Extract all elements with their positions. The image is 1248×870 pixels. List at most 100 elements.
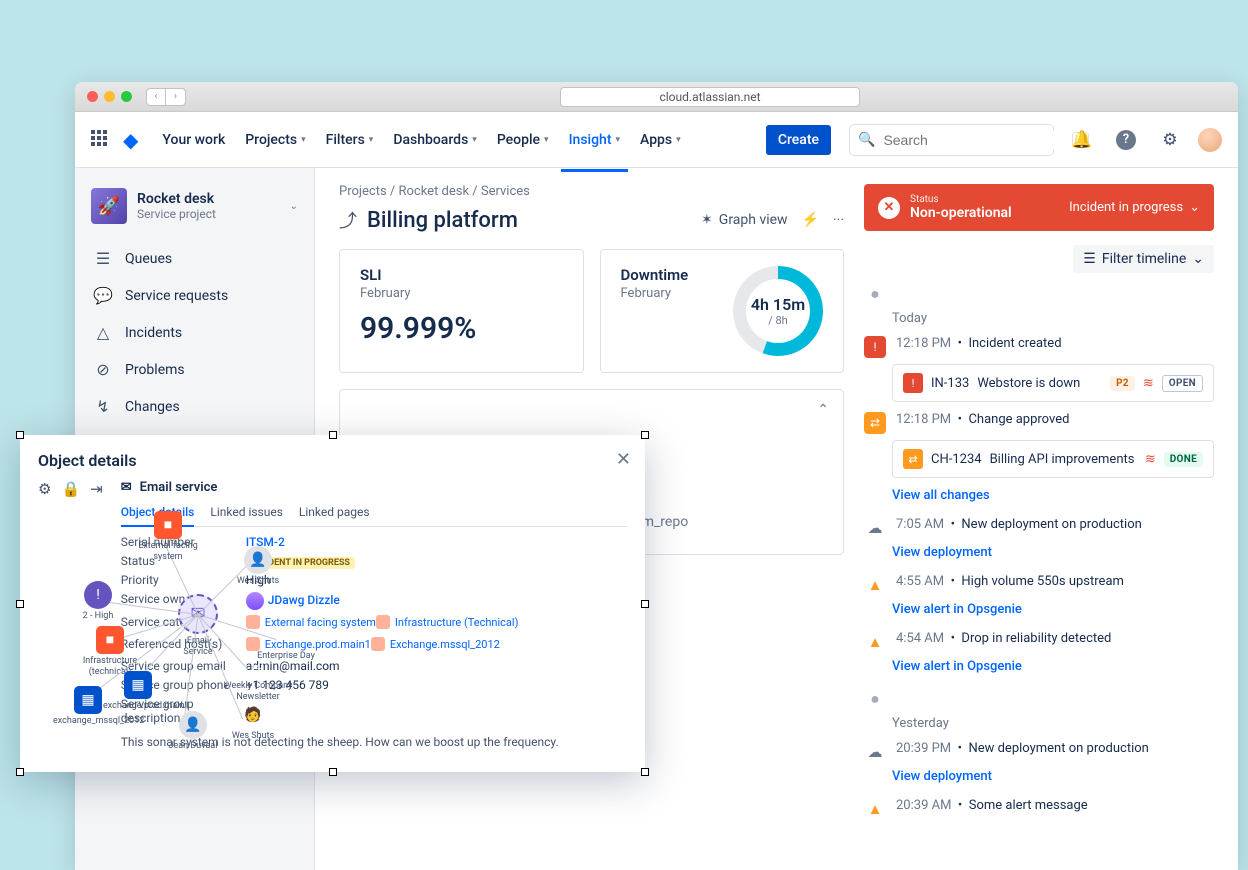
timeline-link[interactable]: View deployment: [892, 545, 992, 560]
downtime-card: Downtime February 4h 15m / 8h: [600, 249, 845, 373]
serial-number[interactable]: ITSM-2: [246, 535, 627, 549]
overlay-tab-linked-issues[interactable]: Linked issues: [210, 501, 283, 526]
resize-handle[interactable]: [641, 768, 649, 776]
object-graph[interactable]: ✉Email Service■External facing system👤We…: [38, 504, 103, 754]
sidebar-item-changes[interactable]: ↯Changes: [83, 388, 306, 425]
back-button[interactable]: ‹: [146, 88, 166, 106]
timeline-link[interactable]: View deployment: [892, 769, 992, 784]
maximize-dot[interactable]: [121, 91, 132, 102]
nav-item-insight[interactable]: Insight▾: [561, 126, 628, 154]
window-controls[interactable]: [87, 91, 132, 102]
overlay-tab-linked-pages[interactable]: Linked pages: [299, 501, 370, 526]
project-name: Rocket desk: [137, 191, 216, 207]
graph-node[interactable]: ■External facing system: [133, 511, 203, 563]
nav-item-your-work[interactable]: Your work: [154, 126, 233, 154]
sidebar-item-problems[interactable]: ⊘Problems: [83, 351, 306, 388]
close-dot[interactable]: [87, 91, 98, 102]
status-lozenge: DONE: [1164, 452, 1203, 467]
chevron-down-icon[interactable]: ⌄: [290, 201, 298, 212]
profile-avatar[interactable]: [1198, 128, 1222, 152]
notifications-icon[interactable]: 🔔: [1066, 124, 1098, 156]
nav-item-filters[interactable]: Filters▾: [318, 126, 382, 154]
tag-chip[interactable]: Exchange.mssql_2012: [371, 637, 500, 651]
project-header[interactable]: 🚀 Rocket desk Service project ⌄: [83, 184, 306, 240]
resize-handle[interactable]: [641, 600, 649, 608]
graph-node[interactable]: 👤Wes Shuts: [223, 546, 293, 587]
chevron-up-icon[interactable]: ⌃: [817, 402, 829, 418]
issue-key: IN-133: [931, 376, 969, 391]
downtime-sub: / 8h: [751, 314, 805, 327]
deploy-icon: ☁: [864, 741, 886, 763]
graph-node[interactable]: ■Infrastructure (technical): [75, 626, 145, 678]
share-icon[interactable]: ⤴: [339, 207, 357, 233]
settings-icon[interactable]: ⚙: [1154, 124, 1186, 156]
resize-handle[interactable]: [641, 431, 649, 439]
deploy-icon: ☁: [864, 517, 886, 539]
sidebar-item-service-requests[interactable]: 💬Service requests: [83, 277, 306, 314]
timeline-link[interactable]: View all changes: [892, 488, 990, 503]
chevron-down-icon: ▾: [616, 135, 621, 145]
forward-button[interactable]: ›: [166, 88, 186, 106]
status-banner[interactable]: ✕ Status Non-operational Incident in pro…: [864, 184, 1214, 231]
timeline-link[interactable]: View alert in Opsgenie: [892, 659, 1022, 674]
resize-handle[interactable]: [329, 431, 337, 439]
bolt-icon[interactable]: ⚡: [802, 212, 819, 228]
graph-node[interactable]: 🧑Wes Shuts: [218, 701, 288, 742]
app-switcher-icon[interactable]: [91, 130, 111, 150]
timeline-card[interactable]: ! IN-133 Webstore is down P2≋OPEN: [892, 364, 1214, 402]
minimize-dot[interactable]: [104, 91, 115, 102]
service-requests-icon: 💬: [93, 286, 113, 305]
nav-item-people[interactable]: People▾: [489, 126, 557, 154]
incident-icon: !: [864, 336, 886, 358]
incidents-icon: △: [93, 323, 113, 342]
status-action[interactable]: Incident in progress ⌄: [1069, 200, 1200, 215]
graph-node[interactable]: ▦exchange_mssql_2012: [53, 686, 123, 727]
sidebar-item-incidents[interactable]: △Incidents: [83, 314, 306, 351]
breadcrumb[interactable]: Projects / Rocket desk / Services: [339, 184, 844, 199]
status-error-icon: ✕: [878, 197, 900, 219]
resize-handle[interactable]: [16, 600, 24, 608]
swatch-icon: [371, 637, 385, 651]
tag-chip[interactable]: Infrastructure (Technical): [376, 615, 519, 629]
help-button[interactable]: ?: [1110, 124, 1142, 156]
sidebar-item-queues[interactable]: ☰Queues: [83, 240, 306, 277]
chevron-down-icon: ⌄: [1189, 200, 1200, 215]
graph-view-button[interactable]: ✶ Graph view: [701, 212, 788, 228]
search-input[interactable]: 🔍 /: [849, 124, 1054, 156]
chevron-down-icon: ▾: [544, 135, 549, 145]
resize-handle[interactable]: [16, 768, 24, 776]
settings-icon[interactable]: ⚙: [38, 480, 51, 498]
email-icon: ✉: [121, 480, 132, 495]
filter-timeline-button[interactable]: ☰ Filter timeline ⌄: [1073, 245, 1214, 273]
close-icon[interactable]: ✕: [616, 449, 631, 470]
nav-item-apps[interactable]: Apps▾: [632, 126, 689, 154]
timeline-link[interactable]: View alert in Opsgenie: [892, 602, 1022, 617]
nav-item-dashboards[interactable]: Dashboards▾: [385, 126, 484, 154]
timeline-group-label: Today: [892, 311, 1214, 326]
url-bar[interactable]: cloud.atlassian.net: [560, 87, 860, 107]
downtime-sublabel: February: [621, 286, 689, 301]
graph-node[interactable]: !2 - High: [63, 581, 133, 622]
jira-logo-icon[interactable]: ◆: [123, 128, 138, 152]
resize-handle[interactable]: [16, 431, 24, 439]
status-lozenge: OPEN: [1162, 375, 1203, 392]
search-field[interactable]: [881, 131, 1066, 149]
warn-icon: ▲: [864, 574, 886, 596]
graph-node[interactable]: ☑Weekly Company Newsletter: [223, 651, 293, 703]
service-owner[interactable]: JDawg Dizzle: [246, 592, 627, 610]
more-icon[interactable]: ···: [833, 212, 844, 228]
top-nav: ◆ Your workProjects▾Filters▾Dashboards▾P…: [75, 112, 1238, 168]
timeline-card[interactable]: ⇄ CH-1234 Billing API improvements ≋DONE: [892, 440, 1214, 478]
queues-icon: ☰: [93, 249, 113, 268]
chevron-down-icon: ▾: [676, 135, 681, 145]
status-label: Status: [910, 194, 1012, 205]
resize-handle[interactable]: [329, 768, 337, 776]
nav-item-projects[interactable]: Projects▾: [237, 126, 313, 154]
filter-icon: ☰: [1083, 251, 1096, 267]
lock-icon[interactable]: 🔒: [61, 480, 80, 498]
card-type-icon: !: [903, 373, 923, 393]
create-button[interactable]: Create: [766, 125, 831, 155]
timeline-row: ▲ 4:55 AM • High volume 550s upstream: [864, 574, 1214, 596]
service-phone: +1 123 456 789: [246, 678, 627, 692]
exit-icon[interactable]: ⇥: [90, 480, 103, 498]
